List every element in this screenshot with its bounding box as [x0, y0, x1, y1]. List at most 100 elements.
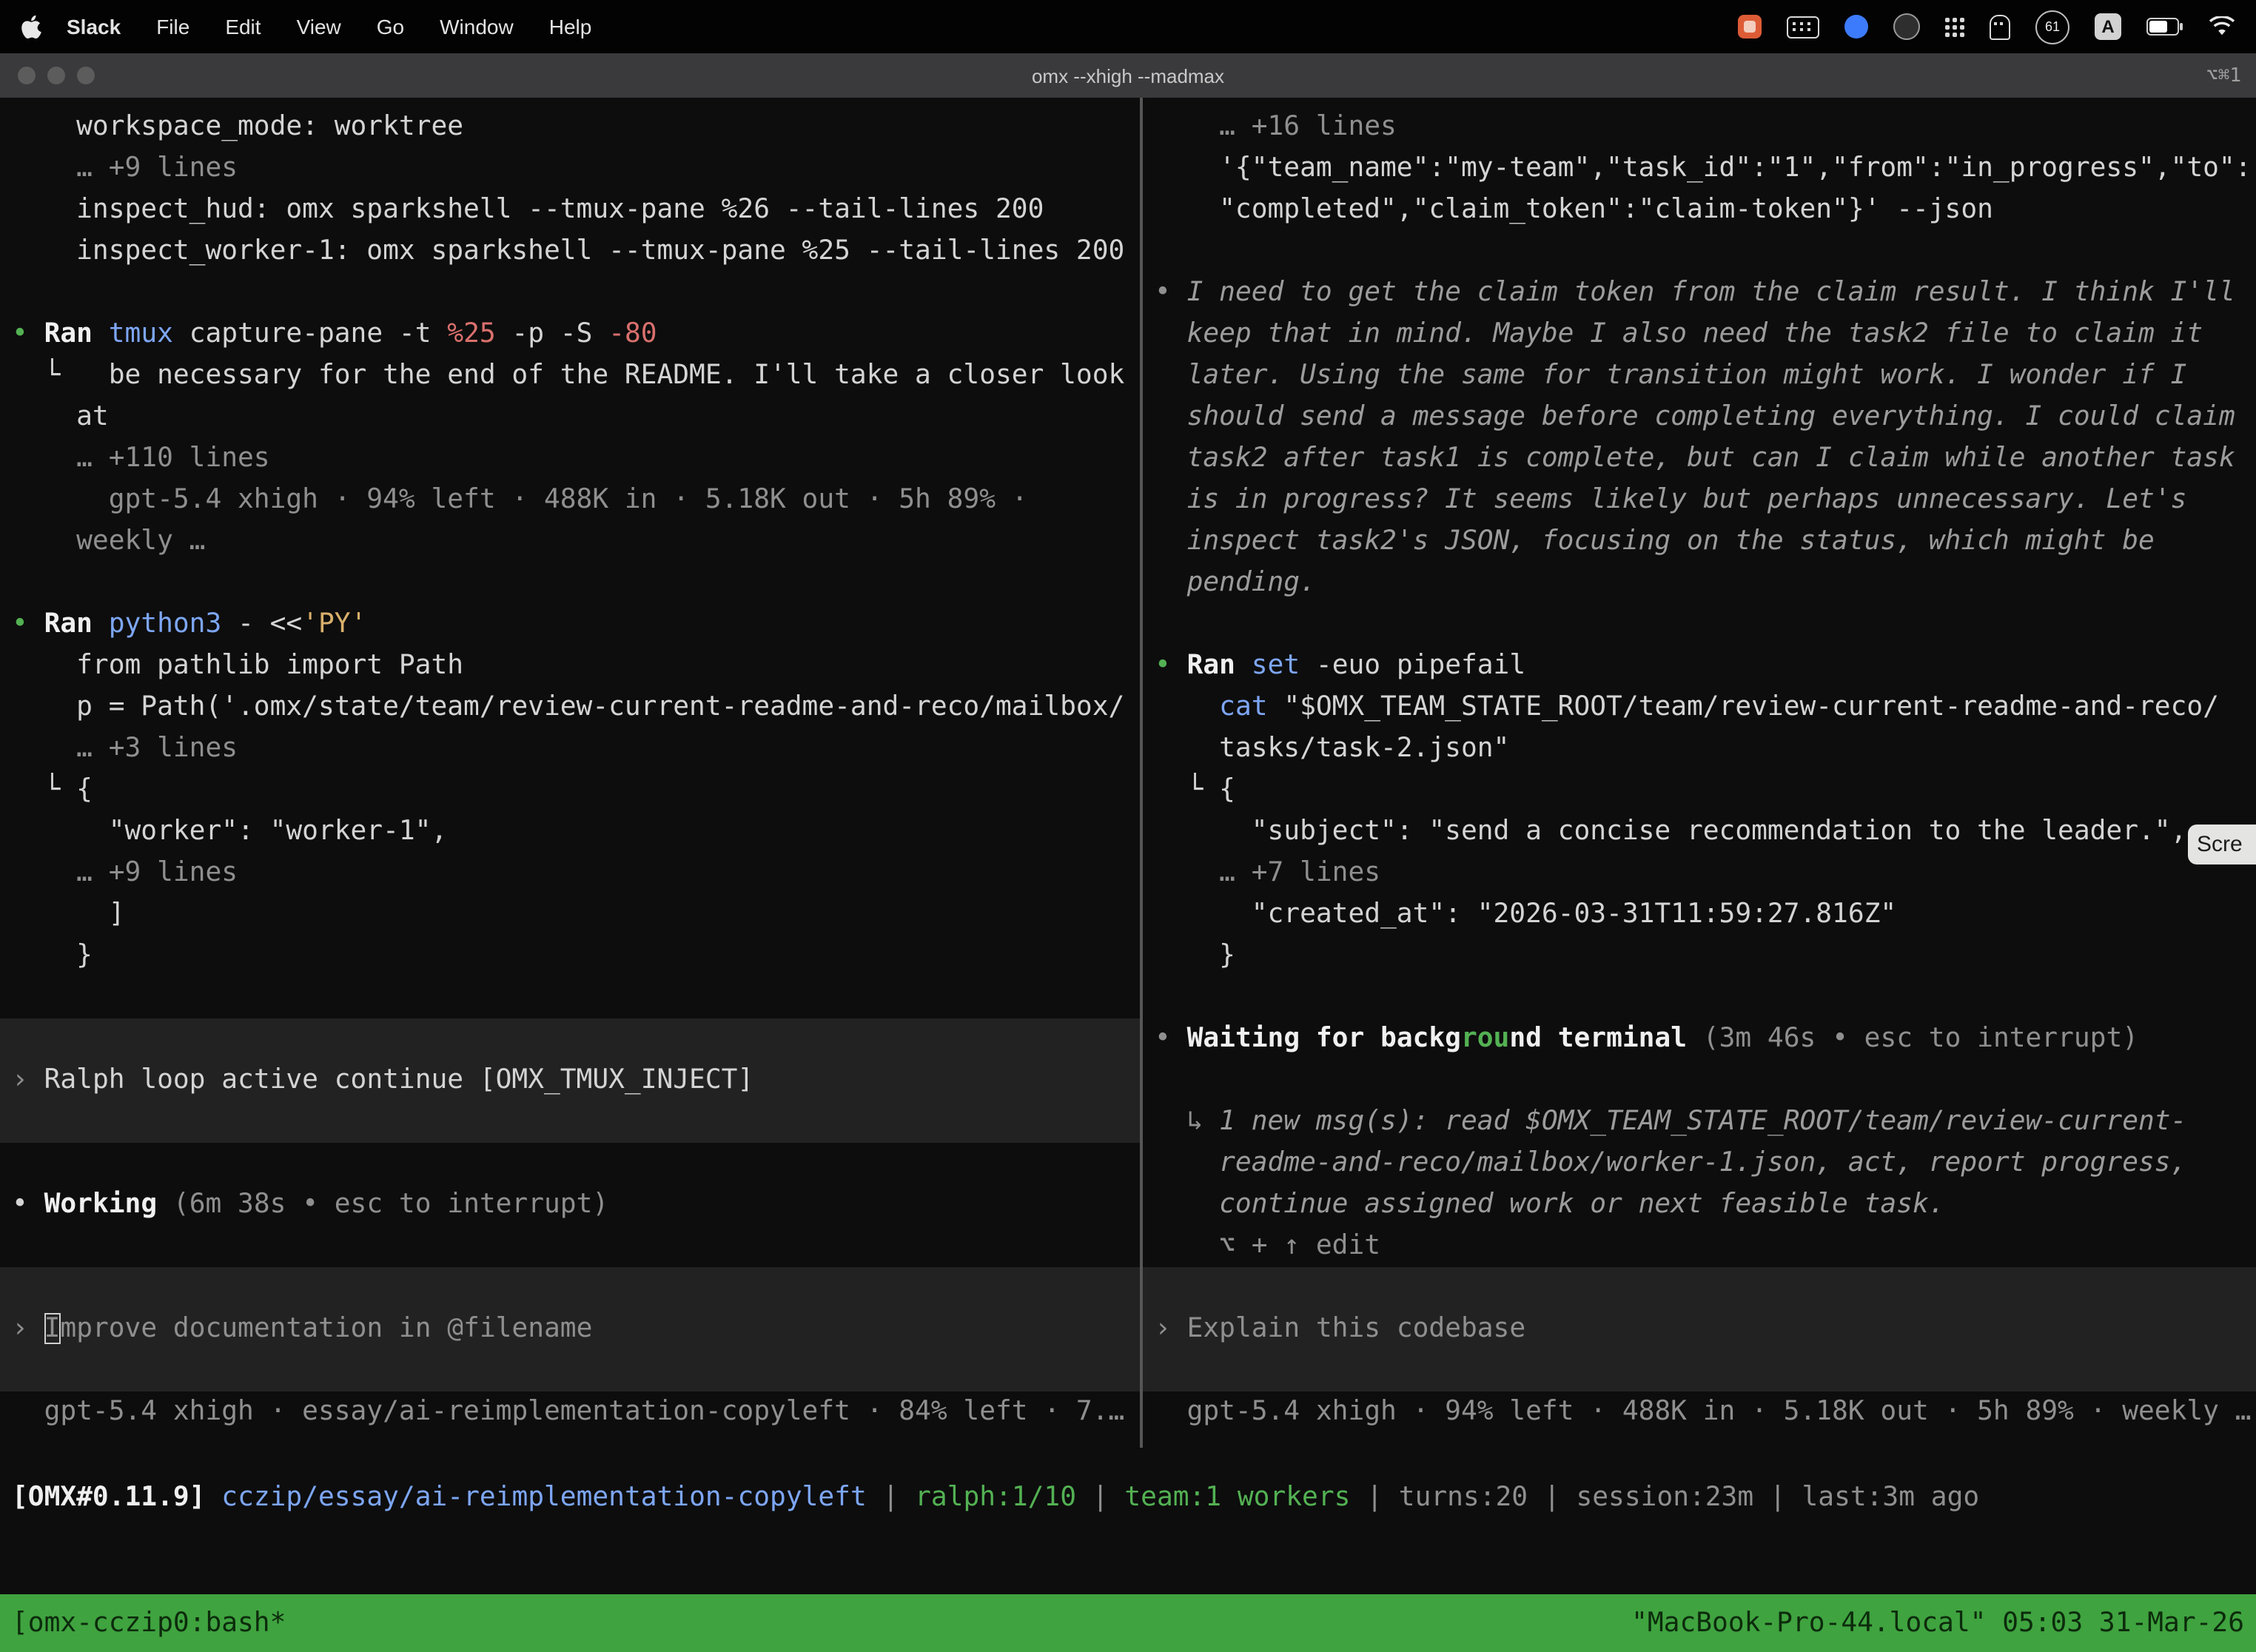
terminal-text-segment: cat [1219, 691, 1283, 722]
terminal-line: gpt-5.4 xhigh · 94% left · 488K in · 5.1… [0, 480, 1140, 521]
terminal-right-pane[interactable]: … +16 lines '{"team_name":"my-team","tas… [1143, 98, 2256, 1457]
terminal-text-segment: should send a message before completing … [1155, 401, 2235, 432]
terminal-line [0, 272, 1140, 314]
screen: Slack File Edit View Go Window Help 61 A [0, 0, 2256, 1652]
terminal-line: ⌥ + ↑ edit [1143, 1226, 2256, 1267]
dots-grid-icon[interactable] [1945, 17, 1964, 36]
terminal-line: • I need to get the claim token from the… [1143, 272, 2256, 314]
menu-item-edit[interactable]: Edit [209, 0, 277, 53]
terminal-line: "completed","claim_token":"claim-token"}… [1143, 189, 2256, 231]
input-source-icon[interactable]: A [2095, 13, 2121, 40]
menu-bar-left: Slack File Edit View Go Window Help [0, 0, 608, 53]
menu-item-go[interactable]: Go [360, 0, 420, 53]
terminal-text-segment: capture-pane -t [189, 318, 448, 349]
terminal-line: } [1143, 936, 2256, 977]
terminal-text-segment: | [1076, 1482, 1124, 1513]
terminal-line: • Ran python3 - <<'PY' [0, 604, 1140, 645]
terminal-text-segment: nd terminal [1509, 1023, 1687, 1054]
terminal-text-segment: readme-and-reco/mailbox/worker-1.json, a… [1155, 1147, 2186, 1178]
terminal-text-segment [1155, 691, 1219, 722]
battery-percent-icon[interactable]: 61 [2035, 10, 2069, 44]
terminal-text-segment: -p -S [496, 318, 609, 349]
terminal-left-pane[interactable]: workspace_mode: worktree … +9 lines insp… [0, 98, 1140, 1457]
terminal-line: later. Using the same for transition mig… [1143, 355, 2256, 397]
terminal-text-segment: ↳ [1155, 1106, 1219, 1137]
terminal-text-segment: session:23m [1576, 1482, 1753, 1513]
terminal-text-segment: turns:20 [1399, 1482, 1528, 1513]
menu-item-view[interactable]: View [281, 0, 357, 53]
screen-recording-icon[interactable] [1738, 15, 1762, 38]
terminal-text-segment: └ { [1155, 774, 1235, 805]
terminal-text-segment: inspect_worker-1: omx sparkshell --tmux-… [12, 235, 1124, 266]
menu-item-window[interactable]: Window [423, 0, 530, 53]
terminal-text-segment: (6m 38s • esc to interrupt) [173, 1189, 608, 1220]
terminal-line: pending. [1143, 563, 2256, 604]
terminal-text-segment: team:1 workers [1124, 1482, 1350, 1513]
menu-item-file[interactable]: File [140, 0, 206, 53]
tmux-status-bar: [omx-cczip0:bash* "MacBook-Pro-44.local"… [0, 1594, 2256, 1652]
apple-menu-icon[interactable] [21, 14, 41, 39]
terminal-text-segment: pending. [1155, 567, 1316, 598]
menu-app-name[interactable]: Slack [50, 0, 137, 53]
terminal-text-segment: - << [238, 608, 302, 639]
terminal-text-segment: continue assigned work or next feasible … [1155, 1189, 1945, 1220]
menu-item-help[interactable]: Help [533, 0, 608, 53]
terminal-text-segment: "subject": "send a concise recommendatio… [1155, 816, 2186, 847]
terminal-line: task2 after task1 is complete, but can I… [1143, 438, 2256, 480]
terminal-line: p = Path('.omx/state/team/review-current… [0, 687, 1140, 728]
terminal-text-segment: set [1252, 650, 1316, 681]
terminal-line [1143, 604, 2256, 645]
terminal-line [0, 1226, 1140, 1267]
terminal-text-segment: I need to get the claim token from the c… [1187, 277, 2235, 308]
terminal-line: "created_at": "2026-03-31T11:59:27.816Z" [1143, 894, 2256, 936]
terminal-text-segment: ralph:1/10 [915, 1482, 1076, 1513]
terminal-text-segment: • [12, 1189, 44, 1220]
terminal-line [0, 1018, 1140, 1060]
keyboard-icon[interactable] [1787, 16, 1819, 38]
terminal-line: gpt-5.4 xhigh · 94% left · 488K in · 5.1… [1143, 1391, 2256, 1433]
terminal-text-segment: '{"team_name":"my-team","task_id":"1","f… [1155, 152, 2252, 184]
terminal-line: continue assigned work or next feasible … [1143, 1184, 2256, 1226]
terminal-text-segment: | [867, 1482, 915, 1513]
terminal-text-segment: └ be necessary for the end of the README… [12, 360, 1124, 391]
terminal-text-segment: Explain this codebase [1187, 1313, 1526, 1344]
terminal-text-segment: weekly … [12, 526, 205, 557]
terminal-line: … +16 lines [1143, 107, 2256, 148]
wifi-icon[interactable] [2209, 16, 2235, 37]
tmux-host-clock-label: "MacBook-Pro-44.local" 05:03 31-Mar-26 [1631, 1608, 2244, 1639]
terminal-text-segment: keep that in mind. Maybe I also need the… [1155, 318, 2203, 349]
terminal-text-segment: ] [12, 899, 125, 930]
terminal-text-segment: • [1155, 277, 1187, 308]
terminal-text-segment: tmux [109, 318, 189, 349]
terminal-text-segment: } [1155, 940, 1235, 971]
terminal-text-segment: … +3 lines [12, 733, 238, 764]
terminal-text-segment: later. Using the same for transition mig… [1155, 360, 2186, 391]
terminal-text-segment: p = Path('.omx/state/team/review-current… [12, 691, 1124, 722]
terminal-text-segment: • [12, 608, 44, 639]
terminal-line: … +3 lines [0, 728, 1140, 770]
battery-icon[interactable] [2146, 18, 2183, 36]
terminal-line: └ { [0, 770, 1140, 811]
terminal-line: inspect_worker-1: omx sparkshell --tmux-… [0, 231, 1140, 272]
terminal-text-segment: › [1155, 1313, 1187, 1344]
terminal-line: … +110 lines [0, 438, 1140, 480]
terminal-text-segment: [OMX#0.11.9] [12, 1482, 205, 1513]
terminal-line: '{"team_name":"my-team","task_id":"1","f… [1143, 148, 2256, 189]
terminal-line: tasks/task-2.json" [1143, 728, 2256, 770]
blue-app-icon[interactable] [1844, 15, 1868, 38]
dark-app-icon[interactable] [1893, 13, 1920, 40]
terminal-line: cat "$OMX_TEAM_STATE_ROOT/team/review-cu… [1143, 687, 2256, 728]
terminal-line [1143, 1060, 2256, 1101]
terminal-text-segment: tasks/task-2.json" [1155, 733, 1509, 764]
terminal-text-segment: I [44, 1313, 61, 1344]
window-title-bar[interactable]: omx --xhigh --madmax ⌥⌘1 [0, 53, 2256, 98]
window-title: omx --xhigh --madmax [0, 64, 2256, 87]
terminal-line: • Ran set -euo pipefail [1143, 645, 2256, 687]
terminal-line: should send a message before completing … [1143, 397, 2256, 438]
terminal-text-segment: › [12, 1313, 44, 1344]
terminal-line [1143, 977, 2256, 1018]
terminal-line [0, 1143, 1140, 1184]
terminal-line: … +9 lines [0, 853, 1140, 894]
terminal-line: └ be necessary for the end of the README… [0, 355, 1140, 397]
ghost-icon[interactable] [1990, 14, 2010, 39]
